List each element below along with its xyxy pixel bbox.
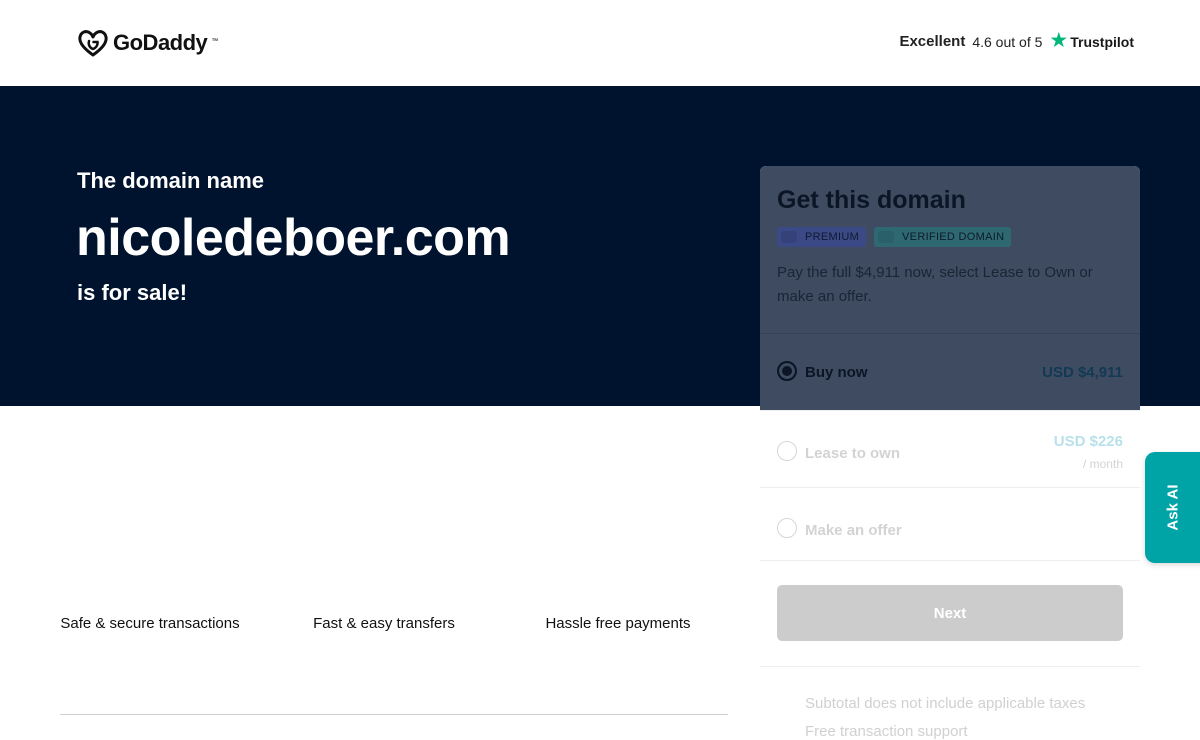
buy-now-price: USD $4,911 [1042, 364, 1123, 381]
buy-now-label: Buy now [805, 364, 868, 381]
hero-sale-text: is for sale! [77, 280, 188, 305]
subtotal-note: Subtotal does not include applicable tax… [805, 695, 1086, 712]
ask-ai-button[interactable]: Ask AI [1145, 452, 1200, 563]
purchase-card: Get this domain PREMIUM VERIFIED DOMAIN … [760, 166, 1140, 740]
make-offer-label: Make an offer [805, 522, 902, 539]
verified-domain-badge: VERIFIED DOMAIN [874, 227, 1012, 247]
domain-name-heading: nicoledeboer.com [76, 209, 511, 267]
premium-badge-label: PREMIUM [805, 231, 860, 243]
hero-intro: The domain name [77, 168, 265, 193]
star-icon: ★ [1049, 29, 1069, 52]
purchase-notes: Subtotal does not include applicable tax… [760, 666, 1140, 740]
rating-score: 4.6 out of 5 [972, 33, 1043, 50]
trustpilot-rating[interactable]: Excellent 4.6 out of 5 ★ Trustpilot [899, 29, 1134, 52]
card-header: Get this domain PREMIUM VERIFIED DOMAIN … [760, 166, 1140, 333]
verified-badge-icon [878, 231, 895, 243]
option-buy-now[interactable]: Buy now USD $4,911 [760, 333, 1140, 410]
section-divider [60, 714, 728, 715]
trustpilot-label: Trustpilot [1070, 33, 1134, 50]
feature-list: Safe & secure transactions Fast & easy t… [60, 612, 728, 636]
option-lease-to-own[interactable]: Lease to own USD $226 / month [760, 410, 1140, 487]
logo-trademark: ™ [211, 37, 219, 45]
make-offer-radio[interactable] [777, 518, 797, 538]
godaddy-logo[interactable]: GoDaddy ™ [77, 28, 218, 58]
lease-to-own-label: Lease to own [805, 445, 901, 462]
logo-text: GoDaddy [113, 30, 208, 55]
card-title: Get this domain [777, 186, 966, 214]
feature-hassle-free: Hassle free payments [545, 615, 691, 632]
lease-to-own-price: USD $226 [1053, 433, 1123, 450]
card-description: Pay the full $4,911 now, select Lease to… [777, 264, 1093, 305]
support-note: Free transaction support [805, 723, 968, 740]
next-button-area: Next [760, 560, 1140, 666]
lease-price-period: / month [1082, 457, 1123, 471]
option-make-offer[interactable]: Make an offer [760, 487, 1140, 560]
feature-fast-transfers: Fast & easy transfers [313, 615, 455, 632]
trustpilot-logo: ★ Trustpilot [1049, 29, 1134, 52]
next-button[interactable]: Next [777, 585, 1123, 641]
badge-row: PREMIUM VERIFIED DOMAIN [777, 227, 1123, 247]
premium-badge: PREMIUM [777, 227, 867, 247]
site-header: GoDaddy ™ Excellent 4.6 out of 5 ★ Trustp… [0, 0, 1200, 86]
feature-safe-secure: Safe & secure transactions [60, 615, 240, 632]
godaddy-heart-logo-icon [78, 30, 108, 57]
ask-ai-label: Ask AI [1164, 484, 1182, 531]
buy-now-radio[interactable] [777, 361, 797, 381]
lease-to-own-radio[interactable] [777, 441, 797, 461]
premium-badge-icon [781, 231, 797, 243]
rating-label: Excellent [899, 33, 966, 50]
verified-badge-label: VERIFIED DOMAIN [902, 231, 1005, 243]
